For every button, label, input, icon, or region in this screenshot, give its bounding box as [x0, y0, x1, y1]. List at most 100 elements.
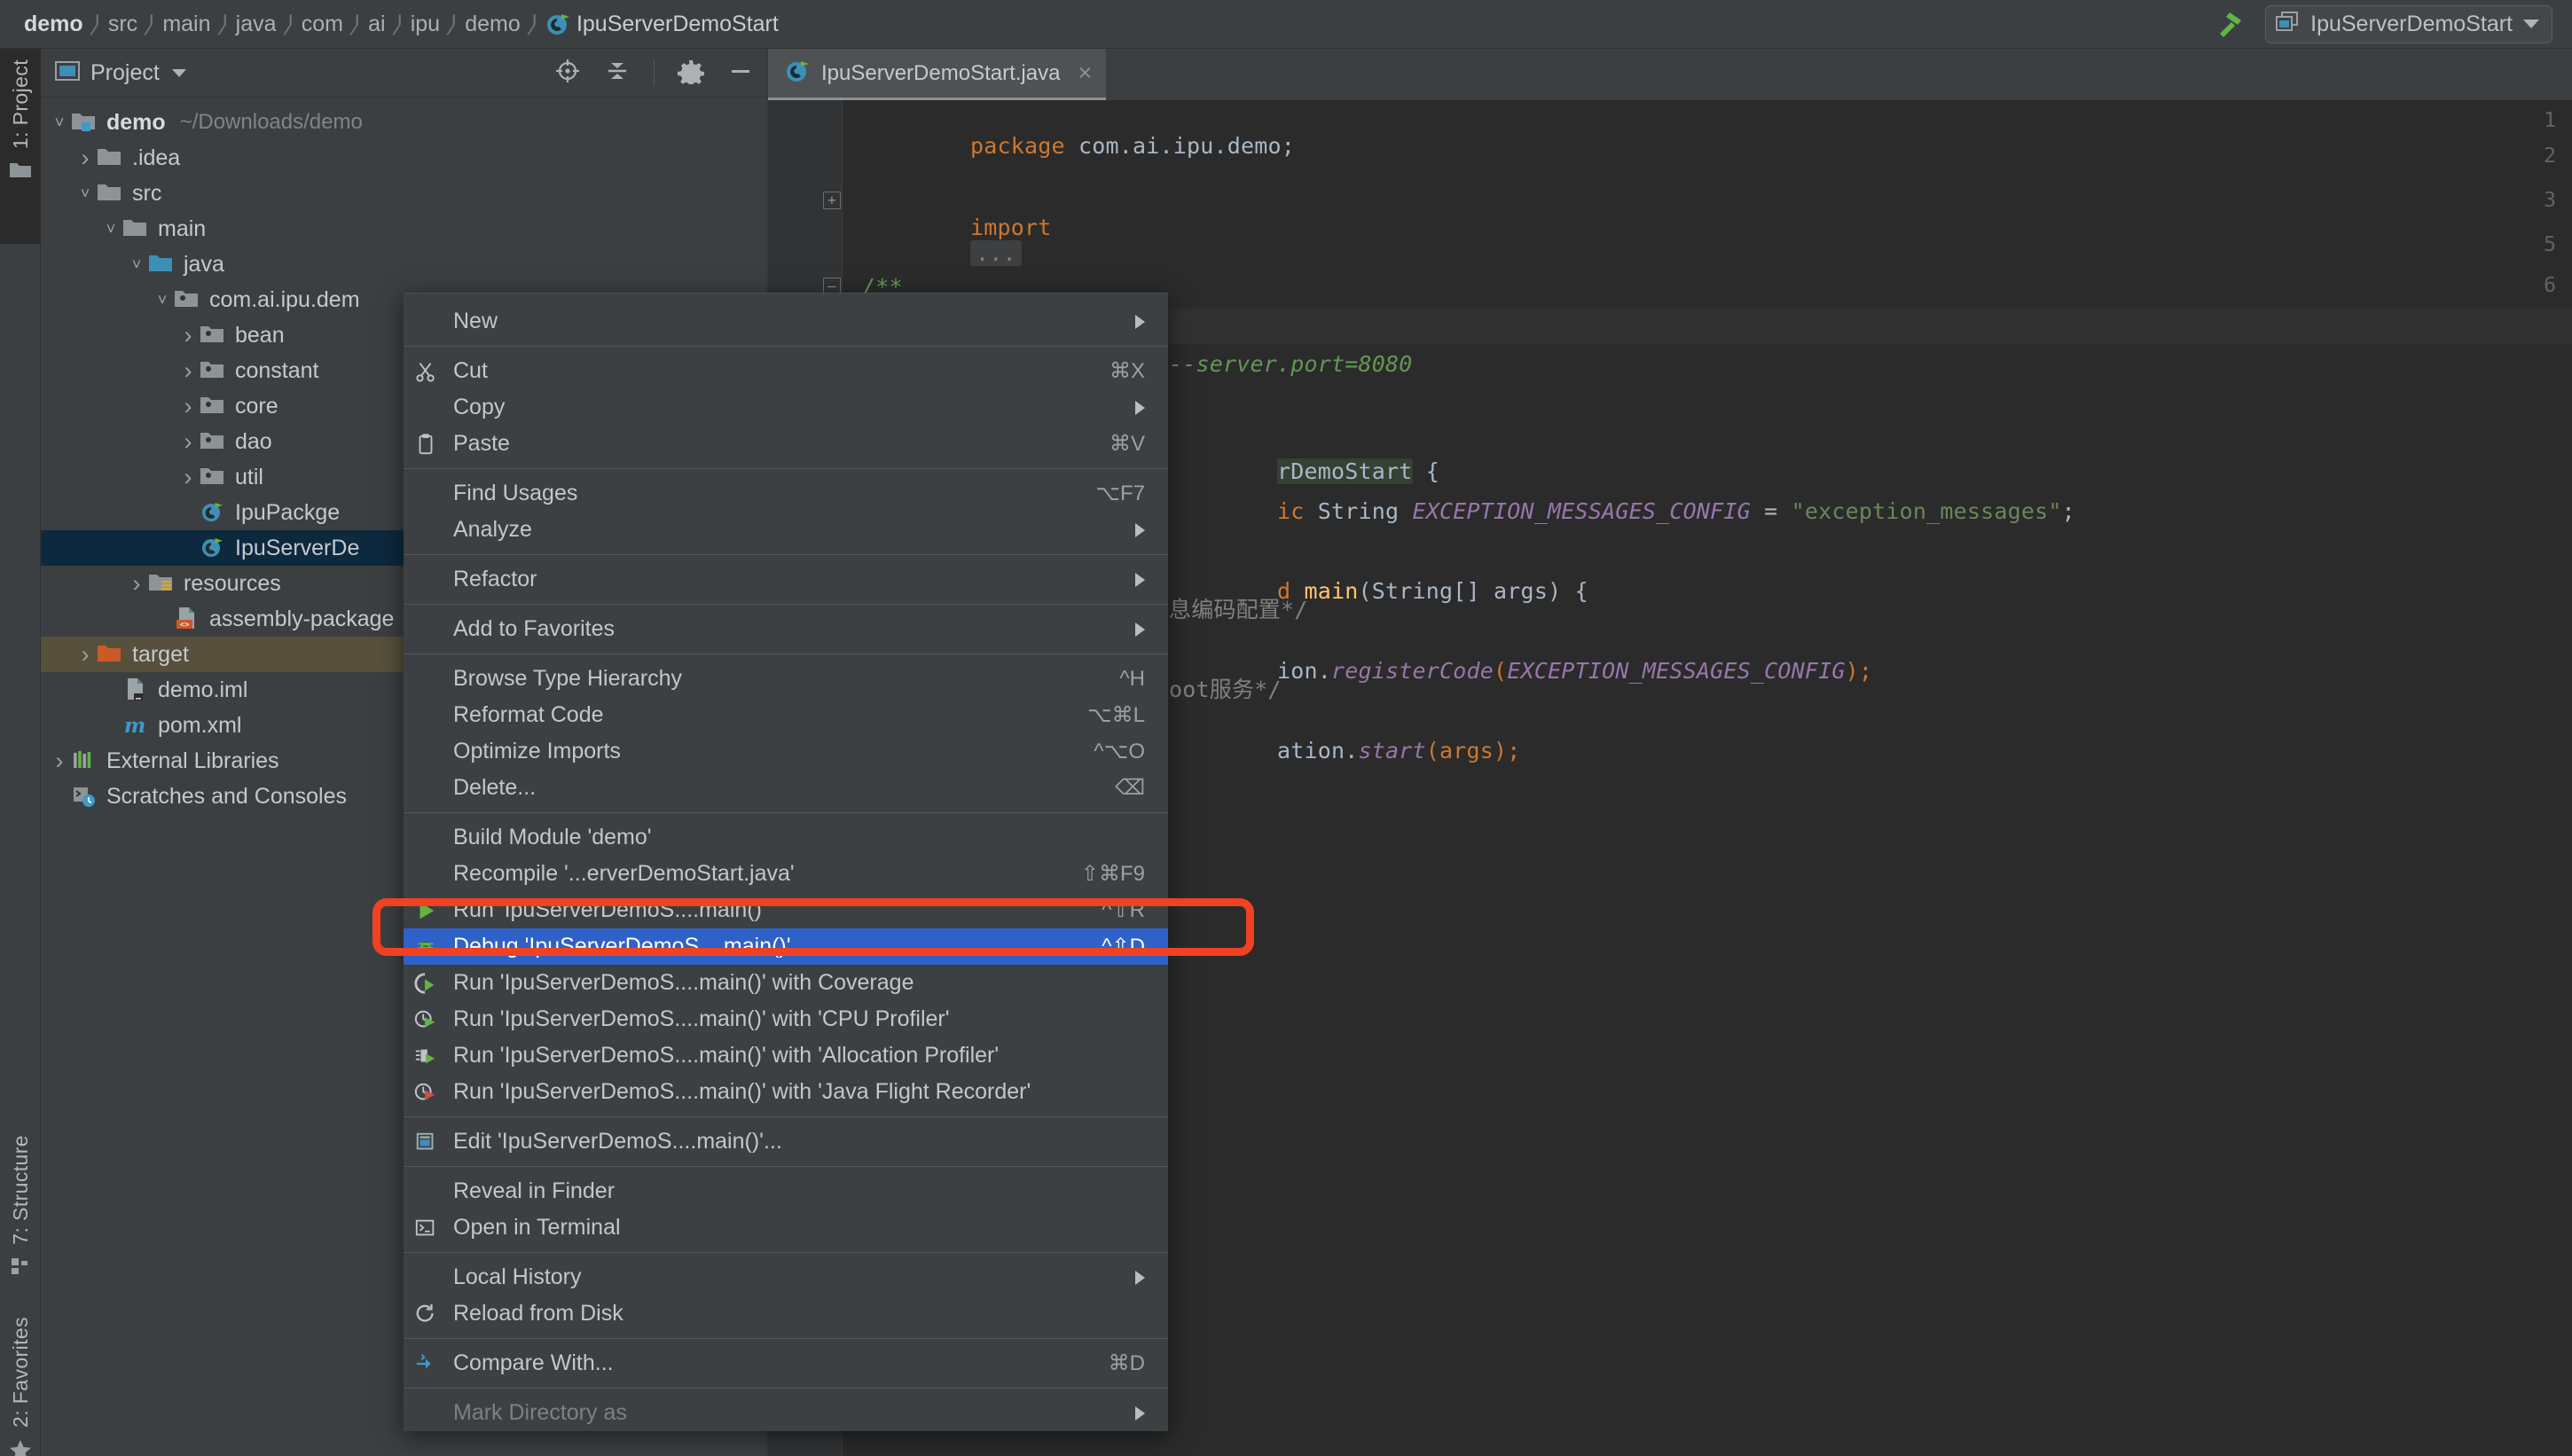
tree-node-label: IpuServerDe — [235, 535, 360, 560]
menu-separator — [404, 1338, 1168, 1339]
menu-item-delete[interactable]: Delete... ⌫ — [404, 770, 1168, 806]
line-number: 5 — [2544, 233, 2556, 256]
tool-button-project[interactable]: 1: Project — [0, 49, 41, 244]
chevron-down-icon[interactable]: ˅ — [151, 291, 174, 309]
tree-node-main[interactable]: ˅ main — [41, 211, 766, 247]
hide-icon[interactable] — [727, 58, 754, 89]
chevron-right-icon[interactable]: › — [176, 357, 200, 385]
menu-item-run-ipuserverdemos-main-with-java-flight-recorder[interactable]: Run 'IpuServerDemoS....main()' with 'Jav… — [404, 1074, 1168, 1110]
menu-item-reload-from-disk[interactable]: Reload from Disk — [404, 1296, 1168, 1332]
code-type: String — [1317, 498, 1413, 524]
menu-item-label: Reload from Disk — [453, 1301, 623, 1326]
breadcrumb-item-3[interactable]: java — [228, 12, 285, 37]
menu-item-shortcut: ⌘D — [1108, 1351, 1145, 1375]
menu-item-optimize-imports[interactable]: Optimize Imports ^⌥O — [404, 733, 1168, 770]
chevron-right-icon — [1135, 1270, 1145, 1285]
menu-item-shortcut: ⇧⌘F9 — [1080, 862, 1145, 886]
java-class-runnable-icon — [200, 499, 226, 526]
menu-item-recompile-erverdemostart-java[interactable]: Recompile '...erverDemoStart.java' ⇧⌘F9 — [404, 856, 1168, 892]
menu-item-cut[interactable]: Cut ⌘X — [404, 353, 1168, 389]
collapsed-imports[interactable]: ... — [970, 240, 1022, 266]
menu-item-compare-with[interactable]: Compare With... ⌘D — [404, 1345, 1168, 1382]
menu-item-edit-ipuserverdemos-main[interactable]: Edit 'IpuServerDemoS....main()'... — [404, 1123, 1168, 1160]
menu-item-refactor[interactable]: Refactor — [404, 561, 1168, 598]
tree-node-label: .idea — [132, 145, 181, 170]
svg-text:<>: <> — [180, 621, 190, 630]
menu-item-debug-ipuserverdemos-main[interactable]: Debug 'IpuServerDemoS....main()' ^⇧D — [404, 928, 1168, 965]
collapse-all-icon[interactable] — [604, 58, 631, 89]
chevron-right-icon[interactable]: › — [125, 570, 148, 598]
code-text: = — [1750, 498, 1792, 524]
tool-button-structure[interactable]: 7: Structure — [0, 1135, 41, 1282]
chevron-right-icon[interactable]: › — [74, 641, 97, 669]
chevron-right-icon[interactable]: › — [176, 393, 200, 420]
tree-node-src[interactable]: ˅ src — [41, 176, 766, 211]
scissors-icon — [412, 358, 439, 385]
tree-node-demo[interactable]: ˅ demo ~/Downloads/demo — [41, 105, 766, 140]
menu-item-local-history[interactable]: Local History — [404, 1259, 1168, 1296]
breadcrumb-item-1[interactable]: src — [100, 12, 145, 37]
tree-node-java[interactable]: ˅ java — [41, 247, 766, 282]
menu-item-run-ipuserverdemos-main-with-coverage[interactable]: Run 'IpuServerDemoS....main()' with Cove… — [404, 965, 1168, 1001]
run-configuration-selector[interactable]: IpuServerDemoStart — [2265, 4, 2552, 43]
menu-item-copy[interactable]: Copy — [404, 389, 1168, 426]
menu-item-label: Local History — [453, 1264, 582, 1289]
breadcrumb-item-final[interactable]: IpuServerDemoStart — [571, 12, 787, 37]
chevron-down-icon[interactable]: ˅ — [99, 220, 122, 239]
chevron-down-icon[interactable]: ˅ — [125, 255, 148, 274]
code-arg: EXCEPTION_MESSAGES_CONFIG — [1507, 658, 1846, 684]
chevron-right-icon[interactable]: › — [176, 428, 200, 456]
chevron-right-icon[interactable]: › — [176, 464, 200, 491]
menu-item-reformat-code[interactable]: Reformat Code ⌥⌘L — [404, 697, 1168, 733]
menu-item-mark-directory-as: Mark Directory as — [404, 1395, 1168, 1431]
run-icon — [412, 897, 439, 924]
iml-file-icon — [122, 677, 149, 703]
locate-icon[interactable] — [554, 58, 581, 89]
breadcrumb-item-0[interactable]: demo — [16, 12, 91, 37]
menu-item-open-in-terminal[interactable]: Open in Terminal — [404, 1209, 1168, 1246]
menu-separator — [404, 346, 1168, 347]
breadcrumb-item-2[interactable]: main — [154, 12, 218, 37]
menu-item-add-to-favorites[interactable]: Add to Favorites — [404, 611, 1168, 647]
menu-item-label: New — [453, 309, 498, 333]
breadcrumb-item-5[interactable]: ai — [360, 12, 393, 37]
chevron-right-icon[interactable]: › — [176, 322, 200, 349]
tool-button-structure-label: 7: Structure — [8, 1135, 32, 1245]
chevron-right-icon[interactable]: › — [48, 748, 71, 775]
menu-item-run-ipuserverdemos-main-with-allocation-profiler[interactable]: Run 'IpuServerDemoS....main()' with 'All… — [404, 1037, 1168, 1074]
menu-item-shortcut: ⌘X — [1109, 359, 1145, 383]
menu-item-browse-type-hierarchy[interactable]: Browse Type Hierarchy ^H — [404, 661, 1168, 697]
fold-expand-icon[interactable]: + — [823, 192, 841, 209]
tree-node-label: Scratches and Consoles — [106, 783, 347, 809]
menu-item-reveal-in-finder[interactable]: Reveal in Finder — [404, 1173, 1168, 1209]
chevron-right-icon[interactable]: › — [74, 145, 97, 172]
code-text: ion. — [1277, 658, 1332, 684]
editor-tab[interactable]: IpuServerDemoStart.java × — [768, 49, 1107, 100]
star-icon — [8, 1438, 33, 1456]
tool-button-favorites[interactable]: 2: Favorites — [0, 1317, 41, 1456]
menu-item-paste[interactable]: Paste ⌘V — [404, 426, 1168, 462]
close-icon[interactable]: × — [1078, 59, 1092, 87]
chevron-right-icon — [1135, 314, 1145, 329]
chevron-down-icon[interactable]: ˅ — [48, 114, 71, 132]
tree-node--idea[interactable]: › .idea — [41, 140, 766, 176]
breadcrumb-item-4[interactable]: com — [294, 12, 351, 37]
menu-separator — [404, 1116, 1168, 1117]
menu-item-build-module-demo[interactable]: Build Module 'demo' — [404, 819, 1168, 856]
breadcrumb-item-7[interactable]: demo — [457, 12, 529, 37]
hammer-icon[interactable] — [2214, 8, 2246, 40]
menu-item-new[interactable]: New — [404, 303, 1168, 340]
tree-node-label: bean — [235, 322, 285, 348]
context-menu[interactable]: New Cut ⌘X Copy Paste ⌘V Find Usages ⌥F7 Analyze… — [404, 293, 1168, 1431]
menu-item-run-ipuserverdemos-main[interactable]: Run 'IpuServerDemoS....main()' ^⇧R — [404, 892, 1168, 928]
gear-icon[interactable] — [678, 58, 704, 89]
chevron-down-icon[interactable] — [171, 68, 186, 77]
menu-item-find-usages[interactable]: Find Usages ⌥F7 — [404, 475, 1168, 512]
chevron-down-icon[interactable]: ˅ — [74, 184, 97, 203]
menu-item-label: Recompile '...erverDemoStart.java' — [453, 861, 795, 886]
breadcrumb-item-6[interactable]: ipu — [403, 12, 448, 37]
menu-item-run-ipuserverdemos-main-with-cpu-profiler[interactable]: Run 'IpuServerDemoS....main()' with 'CPU… — [404, 1001, 1168, 1037]
menu-item-label: Reveal in Finder — [453, 1178, 616, 1203]
source-root-icon — [148, 251, 175, 278]
menu-item-analyze[interactable]: Analyze — [404, 512, 1168, 548]
